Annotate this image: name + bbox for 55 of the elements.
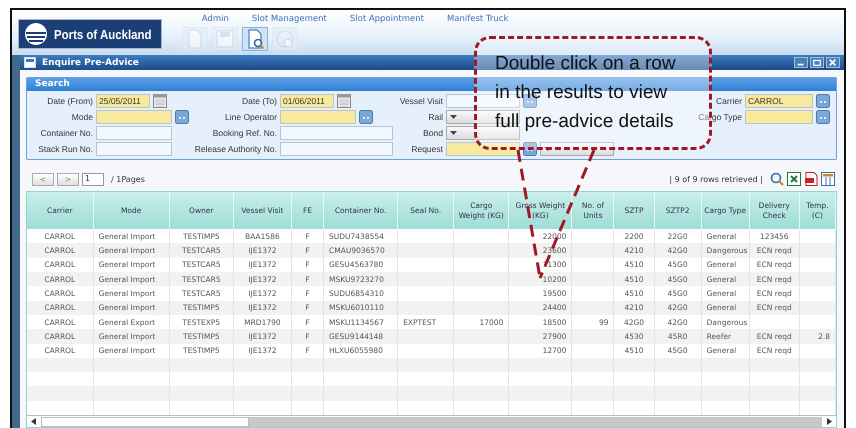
scroll-right-button[interactable] [824,417,834,426]
field-label: Stack Run No. [37,144,93,154]
rows-retrieved-text: | 9 of 9 rows retrieved | [669,174,763,184]
field-label: Release Authority No. [194,144,277,154]
field-label: Mode [70,112,93,122]
nav-link[interactable]: Manifest Truck [446,14,508,24]
input-field[interactable] [446,142,520,156]
field-label: Carrier [715,96,742,106]
input-field[interactable] [280,126,393,140]
logo-text: Ports of Auckland [54,26,152,42]
nav-link[interactable]: Admin [202,14,229,24]
horizontal-scrollbar[interactable] [27,415,836,427]
calendar-button[interactable] [153,94,167,108]
input-field[interactable] [745,110,813,124]
page-number-field[interactable]: 1 [82,172,104,186]
field-label: Line Operator [224,112,277,122]
field-label: Vessel Visit [398,96,443,106]
window-title: Enquire Pre-Advice [42,58,139,68]
input-field[interactable]: CARROL [745,94,813,108]
input-field[interactable] [280,110,356,124]
input-field[interactable] [96,126,172,140]
toolbar-button[interactable] [242,27,268,51]
dropdown[interactable] [540,142,614,156]
input-field[interactable]: 25/05/2011 [96,94,150,108]
search-icon[interactable] [770,172,784,186]
columns-icon[interactable] [821,172,835,186]
input-field[interactable] [96,142,172,156]
spreadsheet-icon[interactable] [787,172,801,186]
field-label: Rail [427,112,443,122]
caret-icon [449,114,458,120]
window-icon [24,57,36,68]
close-button[interactable] [826,57,840,68]
field-label: Date (From) [46,96,93,106]
logo-icon [24,22,48,46]
scrollbar-thumb[interactable] [41,416,249,426]
disc-icon [274,28,296,50]
field-label: Booking Ref. No. [212,128,277,138]
calendar-button[interactable] [337,94,351,108]
input-field[interactable]: 01/06/2011 [280,94,334,108]
dropdown[interactable] [446,126,520,140]
field-label: Request [410,144,443,154]
maximize-button[interactable] [810,57,824,68]
field-label: Bond [422,128,443,138]
lookup-button[interactable] [523,142,537,156]
nav-link[interactable]: Slot Management [252,14,327,24]
input-field[interactable] [280,142,393,156]
field-label: Container No. [40,128,93,138]
caret-icon [449,130,458,136]
minimize-button[interactable] [794,57,808,68]
field-label: Date (To) [241,96,277,106]
scroll-left-button[interactable] [29,417,39,426]
nav-link[interactable]: Slot Appointment [350,14,424,24]
page-count: / 1Pages [111,174,145,184]
input-field[interactable] [96,110,172,124]
pdf-icon[interactable] [804,172,818,186]
